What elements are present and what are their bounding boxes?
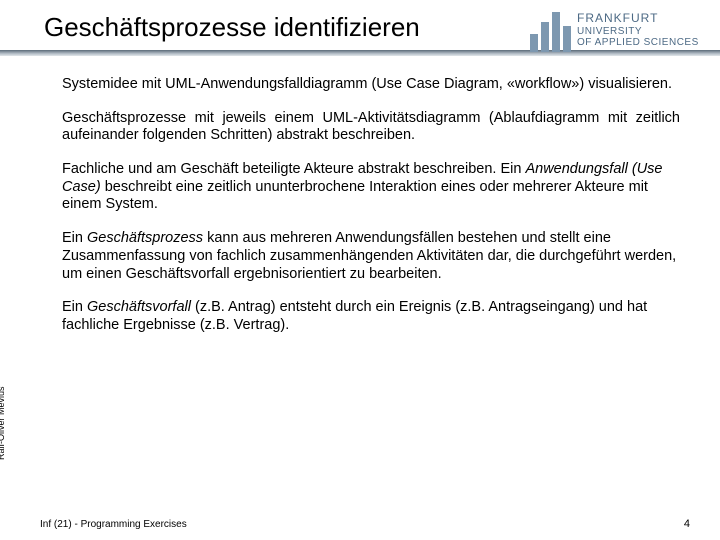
- logo-text: FRANKFURT UNIVERSITY OF APPLIED SCIENCES: [577, 12, 699, 47]
- university-logo: FRANKFURT UNIVERSITY OF APPLIED SCIENCES: [530, 2, 710, 58]
- paragraph-1: Systemidee mit UML-Anwendungsfalldiagram…: [62, 76, 680, 94]
- paragraph-3: Fachliche und am Geschäft beteiligte Akt…: [62, 161, 680, 214]
- footer-left: Inf (21) - Programming Exercises: [40, 519, 187, 530]
- slide-header: Geschäftsprozesse identifizieren FRANKFU…: [0, 0, 720, 68]
- page-number: 4: [684, 518, 690, 530]
- slide-content: Systemidee mit UML-Anwendungsfalldiagram…: [0, 68, 720, 335]
- p5-emphasis: Geschäftsvorfall: [87, 299, 191, 315]
- p4-emphasis: Geschäftsprozess: [87, 230, 203, 246]
- logo-bars-icon: [530, 8, 571, 52]
- logo-line1: FRANKFURT: [577, 12, 699, 25]
- p3-text-a: Fachliche und am Geschäft beteiligte Akt…: [62, 161, 525, 177]
- p3-text-b: beschreibt eine zeitlich ununterbrochene…: [62, 179, 648, 213]
- paragraph-2: Geschäftsprozesse mit jeweils einem UML-…: [62, 110, 680, 145]
- p4-text-a: Ein: [62, 230, 87, 246]
- logo-line2: UNIVERSITY: [577, 26, 699, 37]
- paragraph-5: Ein Geschäftsvorfall (z.B. Antrag) entst…: [62, 299, 680, 334]
- author-sidebar: Ralf-Oliver Mevius: [0, 386, 6, 460]
- p5-text-a: Ein: [62, 299, 87, 315]
- logo-line3: OF APPLIED SCIENCES: [577, 37, 699, 48]
- slide-footer: Inf (21) - Programming Exercises 4: [0, 518, 720, 530]
- paragraph-4: Ein Geschäftsprozess kann aus mehreren A…: [62, 230, 680, 283]
